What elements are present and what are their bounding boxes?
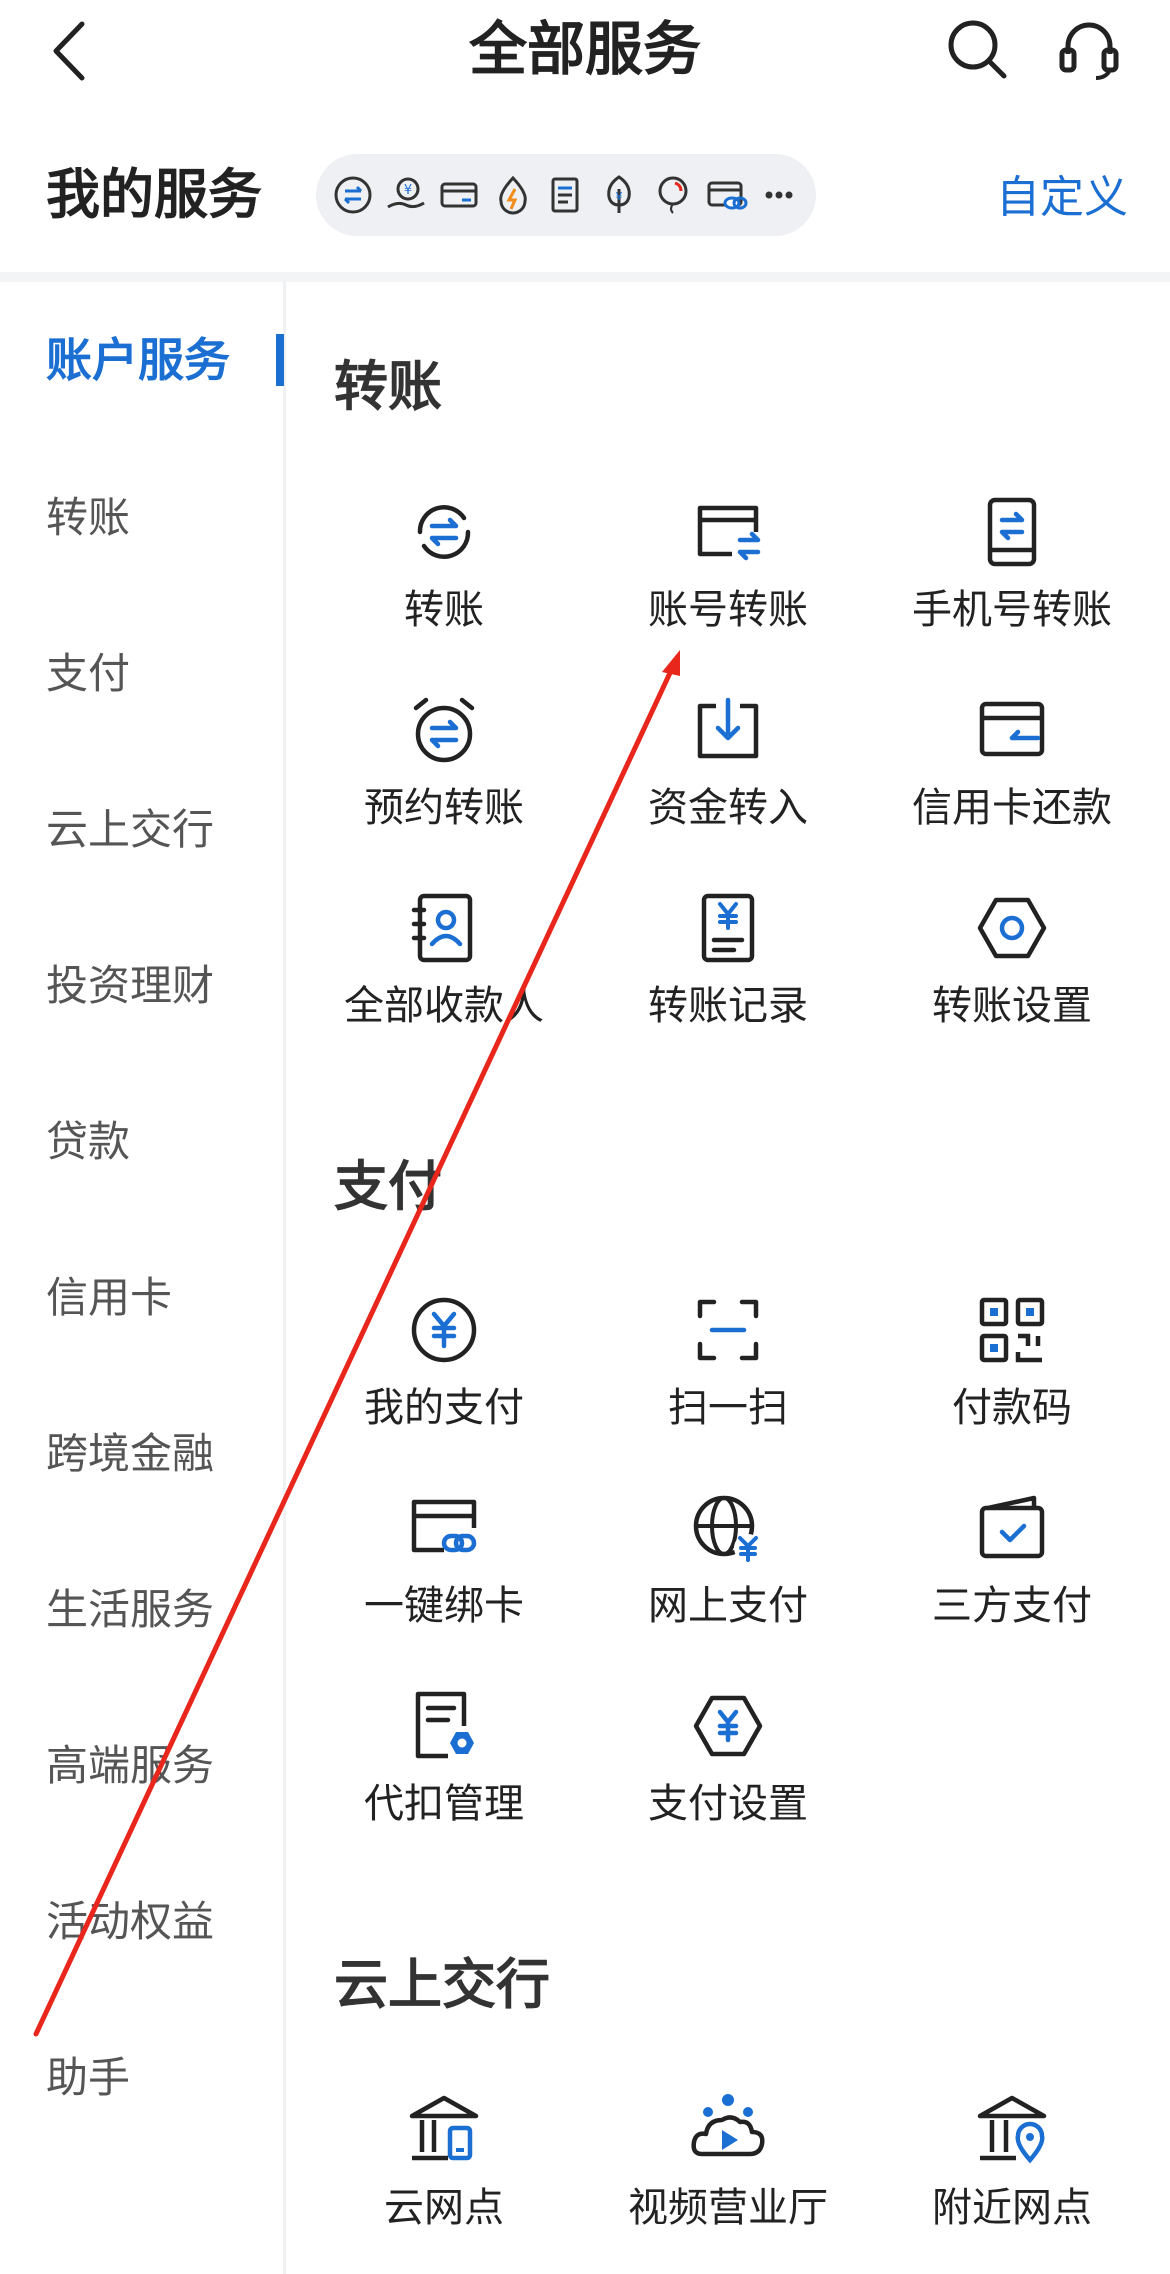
grid-item-label: 转账 bbox=[404, 587, 484, 633]
section-title-transfer: 转账 bbox=[334, 355, 442, 418]
sidebar-item-promotions[interactable]: 活动权益 bbox=[46, 1892, 214, 1952]
my-services-icons[interactable]: ¥ ¥ bbox=[316, 154, 816, 236]
grid-item-label: 信用卡还款 bbox=[912, 785, 1112, 831]
grid-item-transfer-settings[interactable]: 转账设置 bbox=[870, 888, 1154, 1034]
card-icon[interactable] bbox=[433, 168, 486, 222]
alarm-transfer-icon bbox=[413, 697, 475, 763]
grid-item-account-transfer[interactable]: 账号转账 bbox=[586, 492, 870, 638]
grid-item-label: 转账设置 bbox=[932, 983, 1092, 1029]
section-title-cloud-bank: 云上交行 bbox=[334, 1953, 550, 2016]
hexagon-yuan-icon bbox=[693, 1695, 763, 1757]
credit-card-repay-icon bbox=[979, 701, 1045, 757]
grid-item-direct-debit-management[interactable]: 代扣管理 bbox=[302, 1686, 586, 1832]
grid-item-nearby-branch[interactable]: 附近网点 bbox=[870, 2090, 1154, 2236]
grid-item-credit-card-repayment[interactable]: 信用卡还款 bbox=[870, 690, 1154, 836]
customer-service-button[interactable] bbox=[1056, 16, 1122, 82]
sidebar-item-premium-services[interactable]: 高端服务 bbox=[46, 1736, 214, 1796]
cloud-branch-icon bbox=[409, 2095, 479, 2161]
grid-item-scheduled-transfer[interactable]: 预约转账 bbox=[302, 690, 586, 836]
globe-yuan-icon bbox=[693, 1495, 762, 1562]
document-icon[interactable] bbox=[539, 168, 592, 222]
grid-item-video-hall[interactable]: 视频营业厅 bbox=[586, 2090, 870, 2236]
sidebar-item-cross-border[interactable]: 跨境金融 bbox=[46, 1424, 214, 1484]
grid-item-one-click-card-binding[interactable]: 一键绑卡 bbox=[302, 1488, 586, 1634]
sidebar-item-account-services[interactable]: 账户服务 bbox=[46, 330, 230, 390]
grid-item-label: 代扣管理 bbox=[364, 1781, 524, 1827]
sidebar-item-loans[interactable]: 贷款 bbox=[46, 1112, 130, 1172]
more-icon[interactable] bbox=[753, 168, 806, 222]
my-services-title: 我的服务 bbox=[46, 163, 262, 226]
category-sidebar: 账户服务 转账 支付 云上交行 投资理财 贷款 信用卡 跨境金融 生活服务 高端… bbox=[0, 282, 286, 2274]
sidebar-item-cloud-bank[interactable]: 云上交行 bbox=[46, 800, 214, 860]
grid-item-my-payment[interactable]: 我的支付 bbox=[302, 1290, 586, 1436]
grid-item-label: 一键绑卡 bbox=[364, 1583, 524, 1629]
grid-item-payment-settings[interactable]: 支付设置 bbox=[586, 1686, 870, 1832]
grid-item-label: 附近网点 bbox=[932, 2185, 1092, 2231]
grid-item-label: 付款码 bbox=[952, 1385, 1072, 1431]
document-gear-icon bbox=[415, 1691, 474, 1759]
grid-item-scan[interactable]: 扫一扫 bbox=[586, 1290, 870, 1436]
card-link-icon[interactable] bbox=[699, 168, 752, 222]
customize-link[interactable]: 自定义 bbox=[996, 168, 1128, 228]
card-bind-icon bbox=[411, 1499, 477, 1553]
grid-item-label: 手机号转账 bbox=[912, 587, 1112, 633]
grid-item-label: 预约转账 bbox=[364, 785, 524, 831]
grid-item-cloud-branch[interactable]: 云网点 bbox=[302, 2090, 586, 2236]
grid-item-label: 转账记录 bbox=[648, 983, 808, 1029]
scan-icon bbox=[697, 1299, 759, 1361]
yuan-circle-icon bbox=[411, 1297, 477, 1363]
grid-item-label: 支付设置 bbox=[648, 1781, 808, 1827]
grid-item-all-payees[interactable]: 全部收款人 bbox=[302, 888, 586, 1034]
sidebar-item-investment[interactable]: 投资理财 bbox=[46, 956, 214, 1016]
sidebar-item-payment[interactable]: 支付 bbox=[46, 644, 130, 704]
grid-item-label: 扫一扫 bbox=[668, 1385, 788, 1431]
account-transfer-icon bbox=[697, 505, 761, 561]
headset-icon bbox=[1059, 22, 1119, 80]
sidebar-item-life-services[interactable]: 生活服务 bbox=[46, 1580, 214, 1640]
qr-code-icon bbox=[979, 1297, 1045, 1363]
balloon-icon[interactable] bbox=[646, 168, 699, 222]
tree-icon[interactable]: ¥ bbox=[593, 168, 646, 222]
nearby-branch-icon bbox=[977, 2095, 1047, 2164]
search-icon bbox=[948, 20, 1007, 79]
header: 全部服务 bbox=[0, 0, 1170, 110]
transfer-circle-icon bbox=[417, 505, 471, 559]
hand-coin-icon[interactable]: ¥ bbox=[379, 168, 432, 222]
grid-item-label: 全部收款人 bbox=[344, 983, 544, 1029]
grid-item-label: 三方支付 bbox=[932, 1583, 1092, 1629]
transfer-icon[interactable] bbox=[326, 168, 379, 222]
grid-item-transfer-records[interactable]: 转账记录 bbox=[586, 888, 870, 1034]
fund-in-icon bbox=[697, 697, 759, 759]
section-divider bbox=[0, 272, 1170, 282]
video-hall-icon bbox=[691, 2094, 765, 2157]
sidebar-item-credit-card[interactable]: 信用卡 bbox=[46, 1268, 172, 1328]
section-title-payment: 支付 bbox=[334, 1155, 442, 1218]
grid-item-online-payment[interactable]: 网上支付 bbox=[586, 1488, 870, 1634]
grid-item-transfer[interactable]: 转账 bbox=[302, 492, 586, 638]
grid-item-label: 视频营业厅 bbox=[628, 2185, 828, 2231]
hexagon-settings-icon bbox=[977, 897, 1047, 959]
grid-item-label: 云网点 bbox=[384, 2185, 504, 2231]
active-indicator bbox=[276, 334, 284, 386]
sidebar-item-assistant[interactable]: 助手 bbox=[46, 2048, 130, 2108]
svg-text:¥: ¥ bbox=[404, 183, 412, 198]
grid-item-phone-transfer[interactable]: 手机号转账 bbox=[870, 492, 1154, 638]
grid-item-label: 账号转账 bbox=[648, 587, 808, 633]
grid-item-third-party-payment[interactable]: 三方支付 bbox=[870, 1488, 1154, 1634]
grid-item-label: 网上支付 bbox=[648, 1583, 808, 1629]
my-services-bar: 我的服务 ¥ ¥ 自定义 bbox=[0, 140, 1170, 260]
grid-item-label: 资金转入 bbox=[648, 785, 808, 831]
grid-item-payment-code[interactable]: 付款码 bbox=[870, 1290, 1154, 1436]
sidebar-item-transfer[interactable]: 转账 bbox=[46, 488, 130, 548]
lightning-icon[interactable] bbox=[486, 168, 539, 222]
wallet-check-icon bbox=[979, 1495, 1045, 1559]
svg-text:¥: ¥ bbox=[616, 190, 623, 203]
transfer-record-icon bbox=[701, 893, 755, 963]
payee-list-icon bbox=[411, 893, 473, 963]
grid-item-fund-in[interactable]: 资金转入 bbox=[586, 690, 870, 836]
search-button[interactable] bbox=[944, 16, 1010, 82]
grid-item-label: 我的支付 bbox=[364, 1385, 524, 1431]
phone-transfer-icon bbox=[987, 497, 1037, 567]
